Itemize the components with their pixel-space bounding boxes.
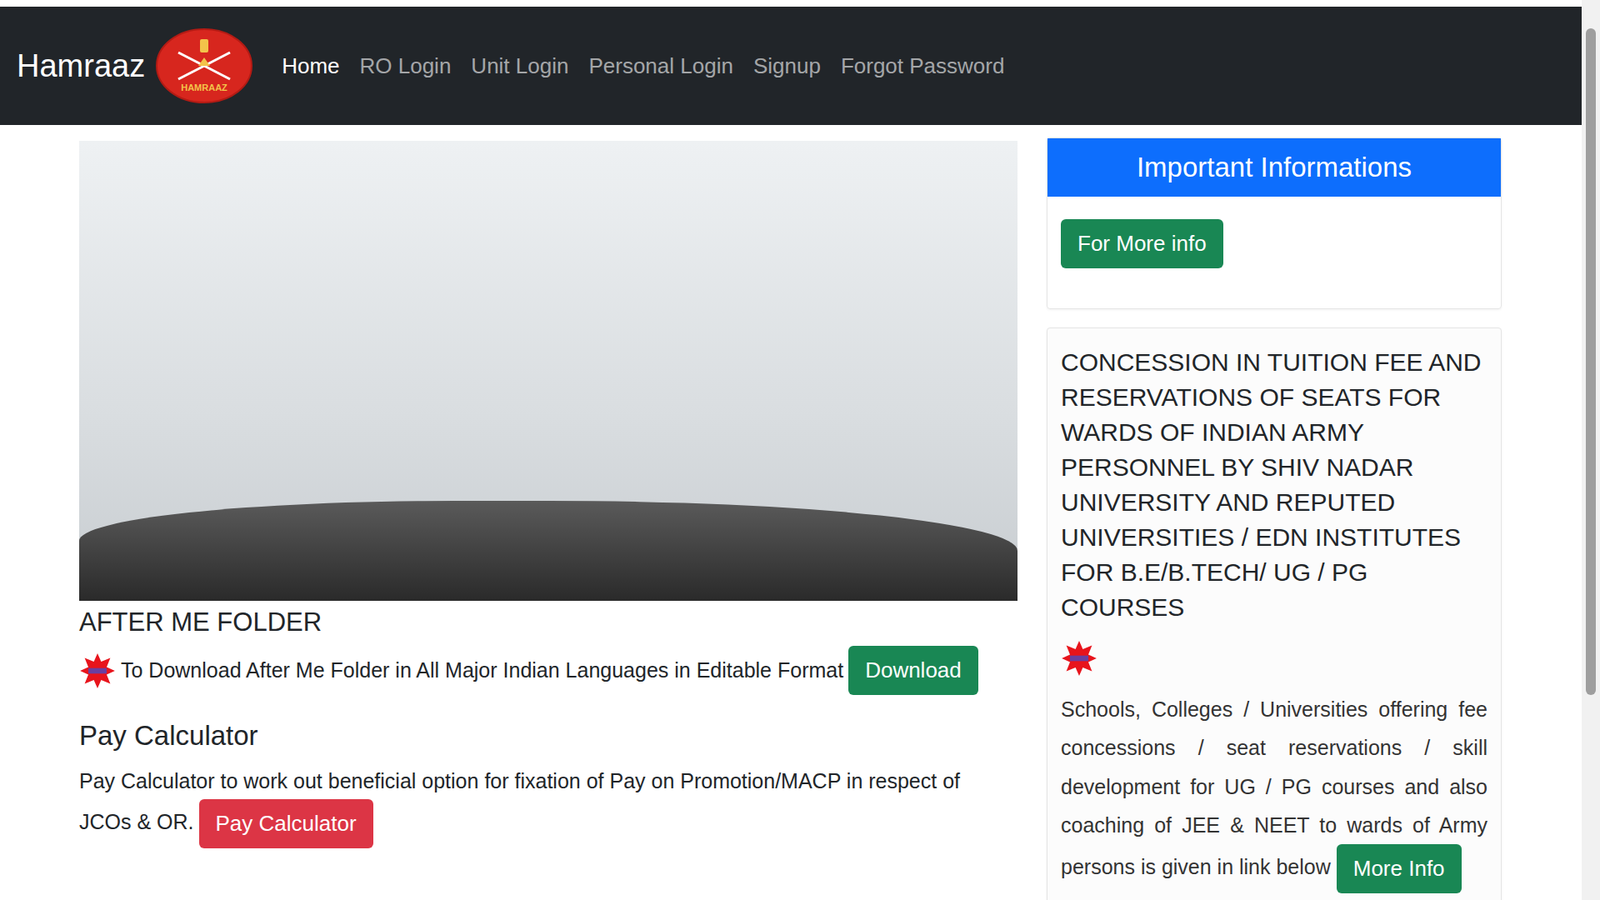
scrollbar[interactable] [1581,0,1600,900]
new-burst-icon [1060,640,1098,677]
pay-calculator-heading: Pay Calculator [79,720,1018,752]
navbar: Hamraaz HAMRAAZ Home RO Login Unit Login Pers… [0,6,1582,125]
svg-text:HAMRAAZ: HAMRAAZ [180,82,228,93]
nav-link[interactable]: Signup [753,53,821,80]
more-info-button[interactable]: More Info [1336,844,1462,894]
pay-calculator-text: Pay Calculator to work out beneficial op… [79,763,1018,849]
pay-calculator-button[interactable]: Pay Calculator [199,799,374,849]
scroll-thumb[interactable] [1585,28,1596,695]
important-info-body: For More info [1047,196,1501,309]
nav-link[interactable]: RO Login [360,53,452,80]
page-content: Hamraaz HAMRAAZ Home RO Login Unit Login Pers… [0,0,1582,900]
nav-link[interactable]: Unit Login [470,53,569,80]
page: Hamraaz HAMRAAZ Home RO Login Unit Login Pers… [0,0,1600,900]
left-column: AFTER ME FOLDER To Download After Me Fold… [79,137,1018,849]
new-burst-icon [79,652,116,690]
nav-list: Home RO Login Unit Login Personal Login Sign… [281,53,1005,80]
right-column: Important Informations For More info CONCE… [1046,137,1502,900]
concession-card: CONCESSION IN TUITION FEE AND RESERVATIO… [1046,327,1502,900]
download-button[interactable]: Download [848,645,979,695]
after-me-text: To Download After Me Folder in All Major… [120,658,844,683]
for-more-info-button[interactable]: For More info [1060,219,1224,269]
nav-link[interactable]: Home [281,53,340,80]
concession-title: CONCESSION IN TUITION FEE AND RESERVATIO… [1060,345,1488,625]
nav-link[interactable]: Personal Login [588,53,733,80]
main-content: AFTER ME FOLDER To Download After Me Fold… [0,125,1582,900]
important-info-card: Important Informations For More info [1046,137,1502,310]
brand-name: Hamraaz [16,48,145,85]
concession-text: Schools, Colleges / Universities offerin… [1060,690,1488,894]
hero-image [79,140,1018,601]
after-me-row: To Download After Me Folder in All Major… [79,645,1018,695]
brand[interactable]: Hamraaz HAMRAAZ [16,27,254,105]
hero-rocks [79,500,1018,601]
hamraaz-logo-icon: HAMRAAZ [155,27,254,105]
important-info-header: Important Informations [1047,138,1501,197]
nav-link[interactable]: Forgot Password [840,53,1005,80]
after-me-heading: AFTER ME FOLDER [79,607,1018,638]
